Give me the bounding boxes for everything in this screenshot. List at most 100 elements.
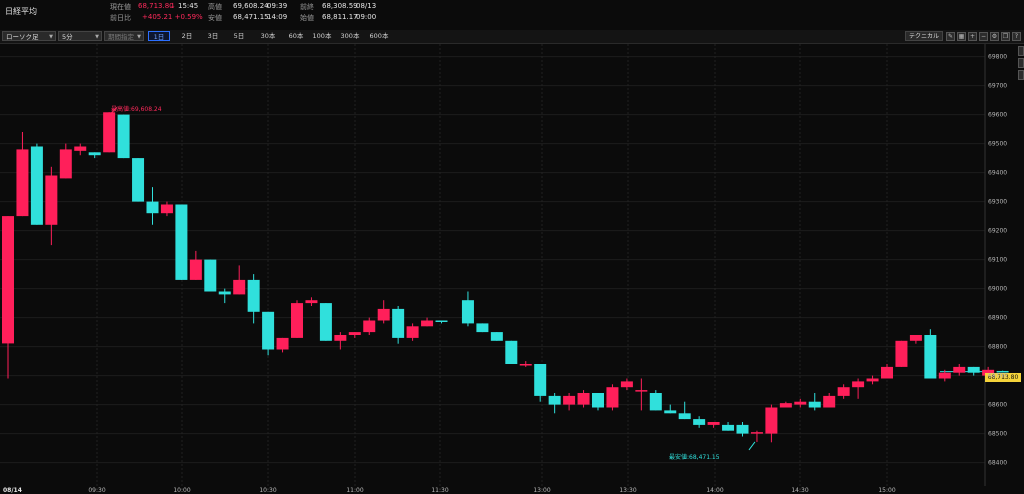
- copy-icon[interactable]: ❐: [1001, 32, 1010, 41]
- candle-body: [635, 390, 648, 392]
- low-value: 68,471.15: [233, 13, 269, 21]
- range-button-8[interactable]: 600本: [366, 31, 392, 41]
- prev-close-value: 68,308.59: [322, 2, 358, 10]
- candle-body: [924, 335, 937, 379]
- settings-icon[interactable]: ⚙: [990, 32, 999, 41]
- current-value: 68,713.80: [138, 2, 174, 10]
- candle-body: [765, 407, 778, 434]
- pencil-icon[interactable]: ✎: [946, 32, 955, 41]
- range-button-5[interactable]: 60本: [284, 31, 308, 41]
- range-button-3[interactable]: 5日: [228, 31, 250, 41]
- x-tick-label: 13:00: [533, 487, 551, 494]
- chart-type-select[interactable]: ローソク足 ▼: [2, 31, 56, 41]
- candle-body: [881, 366, 893, 379]
- down-arrow-icon: ↓: [170, 2, 176, 10]
- candle-body: [406, 326, 419, 338]
- candle-body: [117, 114, 130, 159]
- candle-body: [461, 300, 474, 324]
- low-time: 14:09: [267, 13, 288, 21]
- x-tick-label: 10:00: [173, 487, 191, 494]
- candle-body: [247, 279, 260, 312]
- range-button-7[interactable]: 300本: [337, 31, 363, 41]
- candle-body: [319, 303, 332, 341]
- y-tick-label: 68800: [988, 343, 1008, 351]
- range-button-6[interactable]: 100本: [310, 31, 334, 41]
- y-tick-label: 69100: [988, 256, 1008, 264]
- candle-body: [779, 403, 792, 408]
- chevron-down-icon: ▼: [95, 34, 99, 40]
- y-tick-label: 69200: [988, 227, 1008, 235]
- candle-body: [750, 432, 763, 434]
- interval-select[interactable]: 5分 ▼: [58, 31, 102, 41]
- candle-body: [563, 395, 576, 405]
- candle-body: [103, 112, 116, 153]
- x-tick-label: 11:00: [346, 487, 364, 494]
- candle-body: [953, 366, 966, 373]
- range-button-2[interactable]: 3日: [202, 31, 224, 41]
- candle-body: [967, 366, 980, 373]
- x-tick-label: 13:30: [619, 487, 637, 494]
- layout-icon[interactable]: ▦: [957, 32, 966, 41]
- candle-body: [505, 340, 518, 364]
- candle-body: [534, 364, 547, 396]
- technical-button[interactable]: テクニカル: [905, 31, 943, 41]
- candle-body: [895, 340, 908, 367]
- y-tick-label: 69500: [988, 140, 1008, 148]
- candle-body: [146, 201, 159, 214]
- index-title: 日経平均: [5, 7, 37, 16]
- open-time: 09:00: [356, 13, 377, 21]
- candle-body: [866, 378, 879, 382]
- candle-body: [291, 303, 303, 338]
- candle-body: [678, 413, 691, 420]
- candle-body: [377, 308, 390, 321]
- x-tick-label: 15:00: [878, 487, 896, 494]
- candle-body: [276, 337, 289, 350]
- candle-body: [577, 393, 590, 405]
- candle-body: [218, 291, 231, 295]
- candle-body: [519, 364, 532, 366]
- period-select[interactable]: 期間指定 ▼: [104, 31, 144, 41]
- candle-body: [548, 395, 561, 405]
- candle-body: [363, 320, 376, 333]
- candle-body: [233, 279, 246, 295]
- candle-body: [305, 300, 318, 304]
- y-tick-label: 69700: [988, 82, 1008, 90]
- range-button-0[interactable]: 1日: [148, 31, 170, 41]
- change-value: +405.21 +0.59%: [142, 13, 203, 21]
- candle-body: [16, 149, 29, 217]
- candle-body: [476, 323, 489, 333]
- chart-type-value: ローソク足: [6, 33, 39, 41]
- high-label: 高値: [208, 3, 222, 11]
- range-button-4[interactable]: 30本: [256, 31, 280, 41]
- candle-body: [592, 393, 604, 408]
- help-icon[interactable]: ?: [1012, 32, 1021, 41]
- candle-body: [664, 410, 677, 414]
- candle-body: [852, 381, 865, 388]
- zoom-out-icon[interactable]: −: [979, 32, 988, 41]
- y-tick-label: 68600: [988, 401, 1008, 409]
- candle-body: [160, 204, 173, 214]
- chevron-down-icon: ▼: [49, 34, 53, 40]
- range-button-1[interactable]: 2日: [176, 31, 198, 41]
- candle-body: [74, 146, 87, 151]
- y-tick-label: 68700: [988, 372, 1008, 380]
- zoom-in-icon[interactable]: +: [968, 32, 977, 41]
- y-tick-label: 69600: [988, 111, 1008, 119]
- x-tick-label: 11:30: [431, 487, 449, 494]
- current-label: 現在値: [110, 3, 131, 11]
- current-time: 15:45: [178, 2, 199, 10]
- y-tick-label: 69400: [988, 169, 1008, 177]
- candle-body: [435, 320, 448, 322]
- candle-body: [490, 332, 503, 341]
- candle-body: [30, 146, 43, 225]
- candle-body: [693, 419, 706, 425]
- high-value: 69,608.24: [233, 2, 269, 10]
- candle-body: [620, 381, 633, 388]
- x-tick-label: 14:00: [706, 487, 724, 494]
- candle-body: [392, 308, 405, 338]
- y-tick-label: 68400: [988, 459, 1008, 467]
- candle-body: [606, 387, 619, 408]
- candle-body: [736, 424, 749, 434]
- candle-body: [837, 387, 850, 396]
- chevron-down-icon: ▼: [137, 34, 141, 40]
